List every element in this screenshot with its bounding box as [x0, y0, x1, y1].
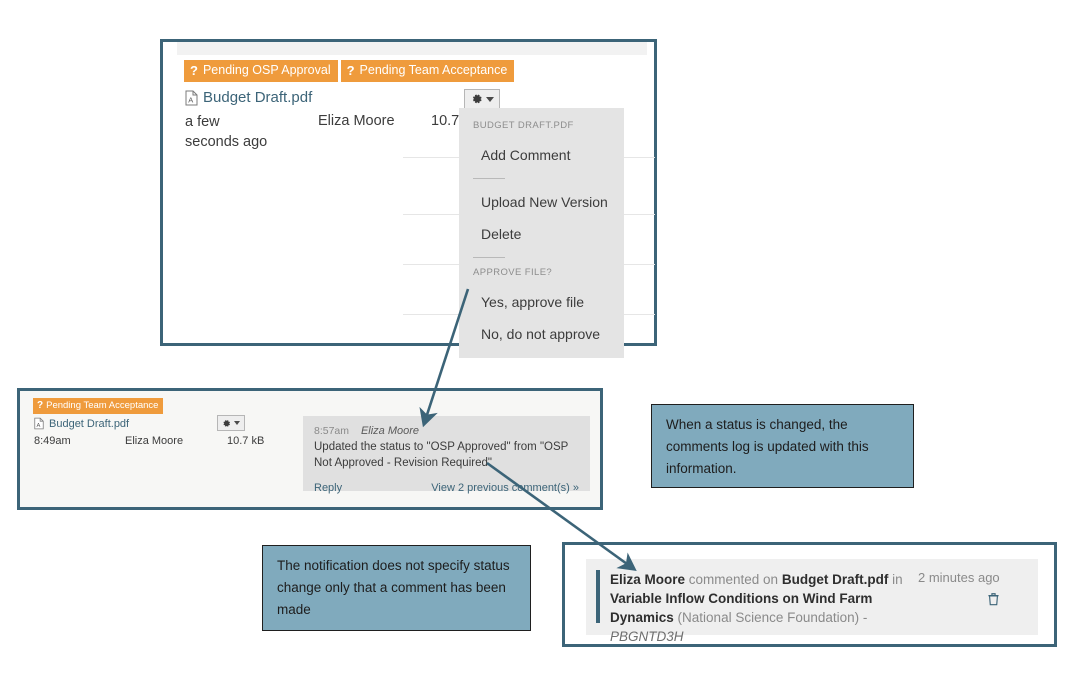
status-badge-label: Pending Team Acceptance: [46, 400, 159, 412]
notification-card[interactable]: Eliza Moore commented on Budget Draft.pd…: [586, 559, 1038, 644]
comment-log-entry: 8:57am Eliza Moore Updated the status to…: [303, 416, 590, 494]
status-badge-pending-team-acceptance[interactable]: ? Pending Team Acceptance: [33, 398, 164, 414]
notification-timestamp: 2 minutes ago: [918, 570, 1000, 585]
pdf-file-icon: A: [34, 417, 44, 430]
status-badge-label: Pending OSP Approval: [202, 63, 331, 78]
reply-link[interactable]: Reply: [314, 482, 342, 494]
svg-text:A: A: [36, 423, 40, 429]
file-actions-gear-button[interactable]: [464, 89, 500, 109]
file-owner: Eliza Moore: [318, 113, 395, 129]
notification-sponsor: (National Science Foundation) -: [673, 610, 868, 626]
status-badge-row: ? Pending OSP Approval ? Pending Team Ac…: [184, 60, 515, 82]
pdf-file-icon: A: [185, 90, 198, 105]
comment-author: Eliza Moore: [360, 425, 420, 437]
notification-file: Budget Draft.pdf: [781, 572, 889, 587]
comment-actions: Reply View 2 previous comment(s) »: [314, 482, 579, 494]
notification-message: Eliza Moore commented on Budget Draft.pd…: [610, 570, 910, 644]
menu-item-delete[interactable]: Delete: [459, 218, 624, 250]
view-previous-comments-link[interactable]: View 2 previous comment(s) »: [431, 482, 579, 494]
menu-divider: [473, 178, 505, 179]
notification-code: PBGNTD3H: [610, 629, 684, 645]
callout-notification-note: The notification does not specify status…: [262, 545, 531, 631]
notification-connector: in: [888, 572, 903, 587]
file-name-row: A Budget Draft.pdf: [185, 89, 312, 106]
gear-icon: [472, 94, 482, 104]
file-name-link[interactable]: Budget Draft.pdf: [203, 89, 312, 106]
comment-timestamp: 8:57am: [314, 425, 350, 437]
file-with-comments-panel: ? Pending Team Acceptance A Budget Draft…: [17, 388, 603, 510]
notification-accent-bar: [596, 570, 600, 623]
question-mark-icon: ?: [37, 400, 44, 411]
callout-text: When a status is changed, the comments l…: [666, 417, 869, 476]
svg-text:A: A: [188, 95, 193, 104]
callout-text: The notification does not specify status…: [277, 558, 510, 617]
dropdown-menu-header: BUDGET DRAFT.PDF: [473, 120, 574, 131]
question-mark-icon: ?: [346, 63, 355, 78]
caret-down-icon: [234, 421, 240, 425]
file-meta-row: 8:49am Eliza Moore 10.7 kB: [34, 435, 284, 451]
annotated-walkthrough-canvas: ? Pending OSP Approval ? Pending Team Ac…: [0, 0, 1068, 683]
status-badge-label: Pending Team Acceptance: [359, 63, 508, 78]
gear-icon: [223, 419, 230, 427]
comment-body: Updated the status to "OSP Approved" fro…: [314, 441, 569, 469]
menu-item-add-comment[interactable]: Add Comment: [459, 139, 624, 171]
file-name-row: A Budget Draft.pdf: [34, 417, 129, 430]
file-owner: Eliza Moore: [125, 435, 184, 447]
callout-status-change-note: When a status is changed, the comments l…: [651, 404, 914, 488]
file-timestamp: 8:49am: [34, 435, 71, 447]
menu-divider: [473, 257, 505, 258]
menu-item-no-do-not-approve[interactable]: No, do not approve: [459, 318, 624, 350]
comment-header: 8:57am Eliza Moore: [314, 425, 579, 437]
status-badge-pending-team-acceptance[interactable]: ? Pending Team Acceptance: [340, 60, 515, 82]
file-timestamp: a few seconds ago: [185, 114, 268, 150]
trash-icon[interactable]: [987, 592, 1000, 611]
menu-item-upload-new-version[interactable]: Upload New Version: [459, 186, 624, 218]
panel-header-strip: [177, 42, 647, 55]
menu-item-yes-approve-file[interactable]: Yes, approve file: [459, 286, 624, 318]
file-name-link[interactable]: Budget Draft.pdf: [49, 418, 129, 430]
dropdown-approve-header: APPROVE FILE?: [473, 267, 553, 278]
question-mark-icon: ?: [190, 63, 198, 78]
file-actions-gear-button[interactable]: [217, 415, 245, 431]
caret-down-icon: [485, 96, 494, 102]
file-size: 10.7 kB: [227, 435, 265, 447]
notification-verb: commented on: [685, 572, 782, 587]
notification-meta: 2 minutes ago: [910, 570, 1000, 623]
notification-author: Eliza Moore: [610, 572, 686, 587]
notification-panel: Eliza Moore commented on Budget Draft.pd…: [562, 542, 1057, 647]
status-badge-pending-osp-approval[interactable]: ? Pending OSP Approval: [184, 60, 338, 82]
file-actions-dropdown-menu: BUDGET DRAFT.PDF Add Comment Upload New …: [459, 108, 624, 358]
